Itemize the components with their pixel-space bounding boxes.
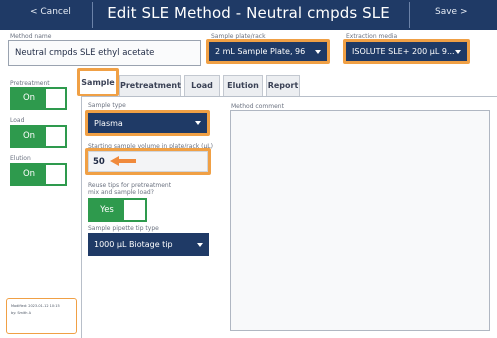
load-toggle-label: Load xyxy=(10,117,25,124)
method-comment-label: Method comment xyxy=(231,103,284,110)
sample-type-label: Sample type xyxy=(88,102,126,109)
elution-toggle[interactable]: On xyxy=(10,163,67,186)
reuse-tips-label: Reuse tips for pretreatment xyxy=(88,182,172,189)
toggle-on-state: On xyxy=(12,89,46,108)
arrow-left-icon xyxy=(110,156,136,166)
volume-input[interactable]: 50 xyxy=(88,151,208,172)
plate-dropdown-value: 2 mL Sample Plate, 96 xyxy=(215,47,306,56)
elution-toggle-label: Elution xyxy=(10,155,31,162)
method-name-label: Method name xyxy=(10,33,52,40)
toggle-on-state: Yes xyxy=(90,200,124,220)
plate-dropdown[interactable]: 2 mL Sample Plate, 96 xyxy=(209,42,327,61)
pretreatment-toggle-label: Pretreatment xyxy=(10,80,50,87)
tab-baseline xyxy=(81,96,497,97)
header-bar: < Cancel Edit SLE Method - Neutral cmpds… xyxy=(0,0,497,30)
save-button[interactable]: Save > xyxy=(435,7,468,17)
tab-pretreatment[interactable]: Pretreatment xyxy=(119,75,181,96)
sample-type-value: Plasma xyxy=(94,118,123,128)
chevron-down-icon xyxy=(315,49,321,54)
pretreatment-toggle[interactable]: On xyxy=(10,87,67,110)
media-dropdown[interactable]: ISOLUTE SLE+ 200 µL 9... xyxy=(346,42,467,61)
method-name-field[interactable]: Neutral cmpds SLE ethyl acetate xyxy=(8,40,201,66)
method-comment-textarea[interactable] xyxy=(230,110,490,331)
chevron-down-icon xyxy=(195,121,201,125)
media-dropdown-value: ISOLUTE SLE+ 200 µL 9... xyxy=(352,47,455,56)
chevron-down-icon xyxy=(455,49,461,54)
sample-type-dropdown[interactable]: Plasma xyxy=(88,113,207,133)
reuse-tips-label-2: mix and sample load? xyxy=(88,189,154,196)
tab-report[interactable]: Report xyxy=(266,75,300,96)
tab-load[interactable]: Load xyxy=(184,75,220,96)
modified-timestamp: Modified: 2023-01-12 10:15 xyxy=(11,304,60,308)
tab-elution[interactable]: Elution xyxy=(223,75,263,96)
toggle-on-state: On xyxy=(12,165,46,184)
tip-type-label: Sample pipette tip type xyxy=(88,225,159,232)
tip-type-dropdown[interactable]: 1000 µL Biotage tip xyxy=(88,233,209,256)
tip-type-value: 1000 µL Biotage tip xyxy=(94,240,173,249)
modified-info: Modified: 2023-01-12 10:15 by: Smith A xyxy=(6,298,77,334)
chevron-down-icon xyxy=(197,242,203,247)
toggle-on-state: On xyxy=(12,127,46,146)
sidebar-divider xyxy=(81,97,82,338)
load-toggle[interactable]: On xyxy=(10,125,67,148)
tab-sample[interactable]: Sample xyxy=(80,71,116,94)
header-divider xyxy=(409,2,410,28)
modified-by: by: Smith A xyxy=(11,311,32,315)
reuse-tips-toggle[interactable]: Yes xyxy=(88,198,147,222)
page-title: Edit SLE Method - Neutral cmpds SLE xyxy=(107,4,390,22)
